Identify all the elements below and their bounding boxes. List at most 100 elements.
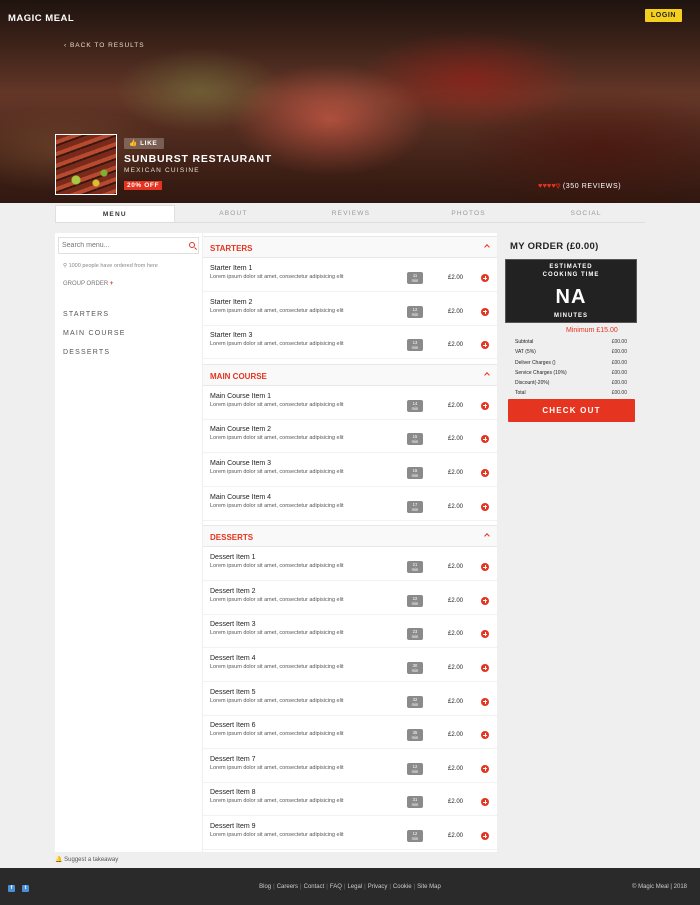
menu-item: Dessert Item 8 Lorem ipsum dolor sit amet… xyxy=(203,782,497,817)
add-item-icon[interactable] xyxy=(481,274,489,282)
summary-value: £00.00 xyxy=(611,349,627,355)
prep-time-unit: min xyxy=(411,567,419,573)
menu-item-description: Lorem ipsum dolor sit amet, consectetur … xyxy=(210,563,344,570)
tab-social[interactable]: SOCIAL xyxy=(527,205,645,222)
menu-item-price: £2.00 xyxy=(448,402,464,409)
add-item-icon[interactable] xyxy=(481,664,489,672)
add-item-icon[interactable] xyxy=(481,697,489,706)
menu-item-name: Dessert Item 2 xyxy=(210,587,256,595)
footer-separator: | xyxy=(343,884,346,890)
add-item-icon[interactable] xyxy=(481,401,489,410)
menu-item-description: Lorem ipsum dolor sit amet, consectetur … xyxy=(210,401,344,408)
prep-time-unit: min xyxy=(411,768,419,774)
section-header-desserts[interactable]: DESSERTS xyxy=(203,525,497,548)
footer-link-privacy[interactable]: Privacy xyxy=(368,884,388,890)
footer-link-contact[interactable]: Contact xyxy=(304,884,325,890)
prep-time-unit: min xyxy=(411,311,419,317)
heart-icon: ♥ xyxy=(555,181,561,191)
plus-icon: + xyxy=(109,281,114,287)
back-to-results-link[interactable]: ‹ BACK TO RESULTS xyxy=(64,42,145,49)
menu-item-name: Dessert Item 9 xyxy=(210,823,256,830)
menu-item-description: Lorem ipsum dolor sit amet, consectetur … xyxy=(210,697,344,704)
footer-separator: | xyxy=(326,884,328,890)
sidebar-category-starters[interactable]: STARTERS xyxy=(63,311,109,318)
like-button[interactable]: 👍 LIKE xyxy=(124,138,164,149)
menu-item-name: Main Course Item 4 xyxy=(210,493,272,501)
menu-item-price: £2.00 xyxy=(448,470,464,476)
login-button[interactable]: LOGIN xyxy=(645,9,682,22)
tab-photos[interactable]: PHOTOS xyxy=(410,205,528,222)
menu-item: Main Course Item 3 Lorem ipsum dolor sit … xyxy=(203,453,497,487)
menu-item-name: Dessert Item 8 xyxy=(210,789,256,797)
section-header-starters[interactable]: STARTERS xyxy=(203,236,497,258)
add-item-icon[interactable] xyxy=(481,563,489,572)
footer: f t Blog | Careers | Contact | FAQ | Legal | Priva… xyxy=(0,868,700,905)
prep-time-badge: 15 min xyxy=(407,433,423,446)
footer-link-site-map[interactable]: Site Map xyxy=(417,884,441,890)
rating[interactable]: ♥♥♥♥♥ (350 REVIEWS) xyxy=(538,181,621,191)
footer-link-cookie[interactable]: Cookie xyxy=(393,884,412,890)
add-item-icon[interactable] xyxy=(481,502,489,511)
prep-time-unit: min xyxy=(411,345,419,351)
prep-time-unit: min xyxy=(411,439,419,445)
tab-reviews[interactable]: REVIEWS xyxy=(292,205,410,222)
add-item-icon[interactable] xyxy=(481,596,489,605)
tab-menu[interactable]: MENU xyxy=(55,205,175,222)
tab-about[interactable]: ABOUT xyxy=(175,205,293,222)
reviews-count[interactable]: (350 REVIEWS) xyxy=(563,183,621,190)
add-item-icon[interactable] xyxy=(481,341,489,350)
summary-row: VAT (5%) £00.00 xyxy=(515,349,627,355)
add-item-icon[interactable] xyxy=(481,435,489,444)
restaurant-cuisine: MEXICAN CUISINE xyxy=(124,167,200,174)
add-item-icon[interactable] xyxy=(481,469,489,477)
summary-row: Deliver Charges () £00.00 xyxy=(515,360,627,366)
menu-item-name: Dessert Item 4 xyxy=(210,655,256,662)
menu-item-name: Starter Item 2 xyxy=(210,298,253,306)
prep-time-unit: min xyxy=(411,735,419,741)
menu-item: Starter Item 3 Lorem ipsum dolor sit amet… xyxy=(203,325,497,360)
checkout-button[interactable]: CHECK OUT xyxy=(508,399,635,422)
summary-label: Discount(-20%) xyxy=(515,380,550,386)
menu-item: Starter Item 1 Lorem ipsum dolor sit amet… xyxy=(203,258,497,292)
summary-label: Service Charges (10%) xyxy=(515,370,567,376)
add-item-icon[interactable] xyxy=(481,630,489,639)
menu-item: Main Course Item 4 Lorem ipsum dolor sit … xyxy=(203,487,497,521)
add-item-icon[interactable] xyxy=(481,731,489,740)
footer-link-blog[interactable]: Blog xyxy=(259,884,271,890)
footer-link-careers[interactable]: Careers xyxy=(277,884,298,890)
suggest-takeaway-link[interactable]: 🔔 Suggest a takeaway xyxy=(55,856,118,863)
sidebar-category-main-course[interactable]: MAIN COURSE xyxy=(63,330,126,337)
sidebar-category-desserts[interactable]: DESSERTS xyxy=(63,349,110,356)
chevron-up-icon[interactable] xyxy=(484,371,490,378)
group-order-button[interactable]: GROUP ORDER + xyxy=(63,281,113,287)
footer-separator: | xyxy=(273,884,275,890)
footer-link-legal[interactable]: Legal xyxy=(347,884,362,890)
menu-item-price: £2.00 xyxy=(448,631,464,638)
add-item-icon[interactable] xyxy=(481,832,489,840)
chevron-up-icon[interactable] xyxy=(484,533,490,540)
prep-time-unit: min xyxy=(411,600,419,606)
search-icon[interactable] xyxy=(189,242,195,248)
my-order-title: MY ORDER (£0.00) xyxy=(510,241,599,252)
cooking-time-value: NA xyxy=(555,286,587,308)
add-item-icon[interactable] xyxy=(481,307,489,316)
prep-time-badge: 30 min xyxy=(407,662,423,674)
section-header-main-course[interactable]: MAIN COURSE xyxy=(203,363,497,386)
prep-time-unit: min xyxy=(411,278,419,283)
add-item-icon[interactable] xyxy=(481,764,489,773)
menu-item-price: £2.00 xyxy=(448,597,464,604)
prep-time-badge: 13 min xyxy=(407,339,423,352)
brand-logo[interactable]: MAGIC MEAL xyxy=(8,13,74,24)
chevron-up-icon[interactable] xyxy=(484,244,490,250)
menu-item-price: £2.00 xyxy=(448,833,464,839)
offer-badge: 20% OFF xyxy=(124,181,163,190)
prep-time-badge: 22 min xyxy=(407,594,423,607)
summary-label: Subtotal xyxy=(515,339,534,345)
section-title: MAIN COURSE xyxy=(210,371,267,381)
footer-link-faq[interactable]: FAQ xyxy=(330,884,342,890)
bell-icon: 🔔 xyxy=(55,857,63,863)
search-menu-input[interactable] xyxy=(58,237,199,254)
summary-label: Deliver Charges () xyxy=(515,360,556,366)
menu-item-price: £2.00 xyxy=(448,342,464,349)
add-item-icon[interactable] xyxy=(481,798,489,807)
